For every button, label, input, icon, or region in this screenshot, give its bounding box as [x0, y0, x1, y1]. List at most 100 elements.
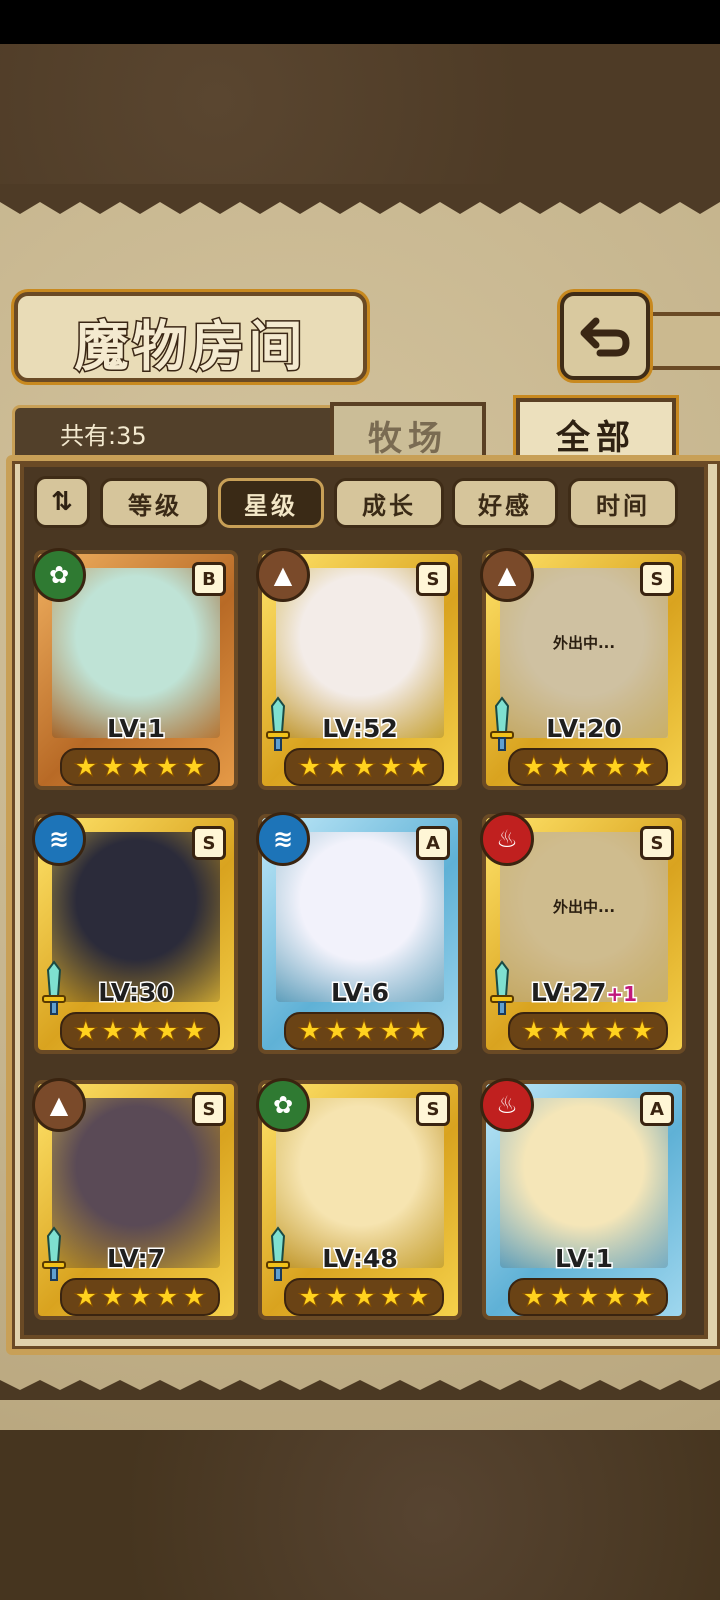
star-icon: ★ [405, 1014, 431, 1047]
star-icon: ★ [378, 1280, 404, 1313]
star-icon: ★ [405, 1280, 431, 1313]
star-icon: ★ [521, 750, 547, 783]
star-icon: ★ [100, 1014, 126, 1047]
monster-card[interactable]: LV:1 ★ ★ ★ ★ ★ ✿ B [32, 548, 238, 790]
back-rail [642, 312, 720, 370]
monster-level: LV:6 [262, 977, 458, 1009]
monster-card[interactable]: LV:30 ★ ★ ★ ★ ★ ≋ S [32, 812, 238, 1054]
star-icon: ★ [100, 1280, 126, 1313]
star-icon: ★ [154, 1280, 180, 1313]
level-text: LV:1 [553, 1243, 614, 1275]
star-icon: ★ [602, 1014, 628, 1047]
monster-card[interactable]: LV:7 ★ ★ ★ ★ ★ ▲ S [32, 1078, 238, 1320]
star-rating: ★ ★ ★ ★ ★ [284, 1012, 444, 1050]
star-rating: ★ ★ ★ ★ ★ [60, 1012, 220, 1050]
star-icon: ★ [548, 750, 574, 783]
star-icon: ★ [73, 1014, 99, 1047]
sort-time-button[interactable]: 时间 [568, 478, 678, 528]
star-icon: ★ [351, 1280, 377, 1313]
rank-badge: S [640, 826, 674, 860]
sort-order-toggle[interactable]: ⇅ [34, 476, 90, 528]
level-bonus: +1 [605, 981, 639, 1008]
monster-card[interactable]: 外出中... LV:20 ★ ★ ★ ★ ★ ▲ S [480, 548, 686, 790]
star-icon: ★ [629, 750, 655, 783]
sword-icon [42, 960, 66, 1015]
star-icon: ★ [575, 1280, 601, 1313]
star-icon: ★ [100, 750, 126, 783]
star-icon: ★ [154, 1014, 180, 1047]
level-text: LV:52 [321, 713, 399, 745]
rank-badge: S [640, 562, 674, 596]
star-icon: ★ [181, 1280, 207, 1313]
page-title: 魔物房间 [73, 314, 307, 380]
monster-card[interactable]: LV:1 ★ ★ ★ ★ ★ ♨ A [480, 1078, 686, 1320]
away-status: 外出中... [552, 634, 616, 652]
star-rating: ★ ★ ★ ★ ★ [60, 1278, 220, 1316]
star-icon: ★ [575, 750, 601, 783]
star-icon: ★ [154, 750, 180, 783]
star-icon: ★ [548, 1280, 574, 1313]
star-rating: ★ ★ ★ ★ ★ [508, 1278, 668, 1316]
monster-level: LV:1 [486, 1243, 682, 1275]
status-bar [0, 0, 720, 44]
sort-affinity-button[interactable]: 好感 [452, 478, 558, 528]
star-icon: ★ [378, 750, 404, 783]
monster-count: 共有:35 [60, 422, 147, 450]
rank-badge: A [416, 826, 450, 860]
monster-level: LV:1 [38, 713, 234, 745]
star-icon: ★ [548, 1014, 574, 1047]
level-text: LV:27 [529, 977, 607, 1009]
level-text: LV:20 [545, 713, 623, 745]
monster-card[interactable]: LV:48 ★ ★ ★ ★ ★ ✿ S [256, 1078, 462, 1320]
earth-icon: ▲ [256, 548, 310, 602]
rank-badge: A [640, 1092, 674, 1126]
star-icon: ★ [351, 750, 377, 783]
star-icon: ★ [181, 750, 207, 783]
earth-icon: ▲ [32, 1078, 86, 1132]
star-icon: ★ [127, 750, 153, 783]
rank-badge: B [192, 562, 226, 596]
star-icon: ★ [521, 1014, 547, 1047]
sword-icon [490, 696, 514, 751]
away-status: 外出中... [552, 898, 616, 916]
star-rating: ★ ★ ★ ★ ★ [284, 1278, 444, 1316]
sort-level-button[interactable]: 等级 [100, 478, 210, 528]
star-icon: ★ [324, 1014, 350, 1047]
star-icon: ★ [378, 1014, 404, 1047]
fire-icon: ♨ [480, 812, 534, 866]
title-plate: 魔物房间 [14, 292, 367, 382]
star-icon: ★ [405, 750, 431, 783]
monster-card[interactable]: LV:52 ★ ★ ★ ★ ★ ▲ S [256, 548, 462, 790]
level-text: LV:1 [105, 713, 166, 745]
star-icon: ★ [297, 1014, 323, 1047]
star-icon: ★ [575, 1014, 601, 1047]
level-text: LV:7 [105, 1243, 166, 1275]
star-icon: ★ [629, 1014, 655, 1047]
sort-star-button[interactable]: 星级 [218, 478, 324, 528]
star-icon: ★ [324, 750, 350, 783]
leaf-icon: ✿ [256, 1078, 310, 1132]
zigzag-top-edge [0, 184, 720, 214]
monster-card[interactable]: 外出中... LV:27+1 ★ ★ ★ ★ ★ ♨ S [480, 812, 686, 1054]
leaf-icon: ✿ [32, 548, 86, 602]
star-icon: ★ [602, 1280, 628, 1313]
star-icon: ★ [73, 1280, 99, 1313]
earth-icon: ▲ [480, 548, 534, 602]
star-icon: ★ [521, 1280, 547, 1313]
monster-card[interactable]: LV:6 ★ ★ ★ ★ ★ ≋ A [256, 812, 462, 1054]
star-icon: ★ [629, 1280, 655, 1313]
star-rating: ★ ★ ★ ★ ★ [508, 1012, 668, 1050]
zigzag-bottom-edge [0, 1380, 720, 1400]
star-icon: ★ [297, 1280, 323, 1313]
star-icon: ★ [181, 1014, 207, 1047]
star-icon: ★ [127, 1280, 153, 1313]
star-rating: ★ ★ ★ ★ ★ [60, 748, 220, 786]
star-icon: ★ [73, 750, 99, 783]
star-icon: ★ [602, 750, 628, 783]
back-button[interactable] [560, 292, 650, 380]
background-top [0, 44, 720, 184]
rank-badge: S [416, 562, 450, 596]
star-icon: ★ [127, 1014, 153, 1047]
sort-growth-button[interactable]: 成长 [334, 478, 444, 528]
star-rating: ★ ★ ★ ★ ★ [284, 748, 444, 786]
